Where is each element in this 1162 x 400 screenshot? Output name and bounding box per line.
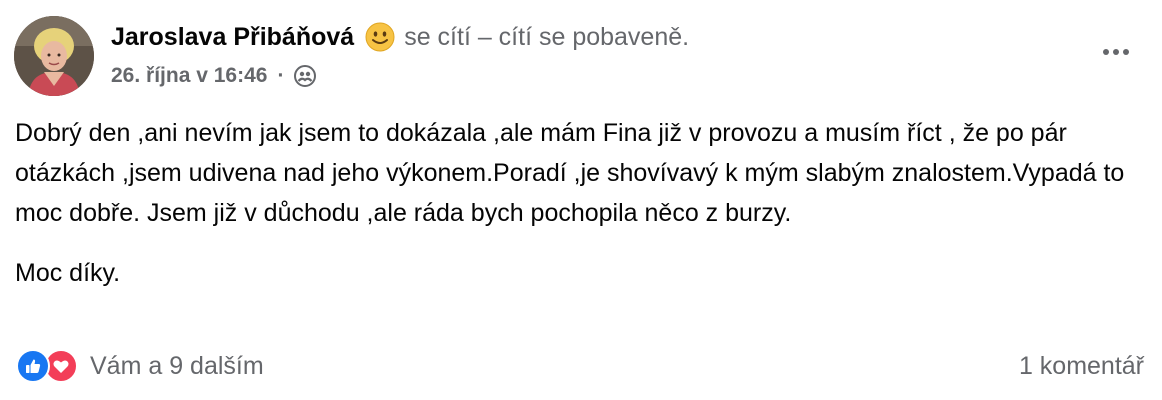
post-body: Dobrý den ,ani nevím jak jsem to dokázal… <box>15 113 1150 307</box>
post-paragraph: Dobrý den ,ani nevím jak jsem to dokázal… <box>15 119 1125 227</box>
comments-count[interactable]: 1 komentář <box>1019 352 1144 381</box>
post-meta: 26. října v 16:46 · <box>111 62 317 90</box>
avatar-photo <box>14 16 94 96</box>
friends-icon[interactable] <box>294 65 317 87</box>
reactions-summary[interactable]: Vám a 9 dalším <box>16 349 264 383</box>
author-avatar[interactable] <box>14 16 94 96</box>
feeling-text: se cítí – cítí se pobaveně. <box>404 23 690 51</box>
like-reaction-icon <box>16 349 50 383</box>
meta-separator: · <box>277 64 285 87</box>
post-timestamp[interactable]: 26. října v 16:46 <box>111 62 267 90</box>
author-line: Jaroslava Přibáňová se cítí – cítí se po… <box>111 21 689 53</box>
more-dots-icon[interactable] <box>1096 36 1136 68</box>
reactions-count[interactable]: Vám a 9 dalším <box>90 352 264 381</box>
post-footer: Vám a 9 dalším 1 komentář <box>16 344 1144 388</box>
post-paragraph: Moc díky. <box>15 259 121 287</box>
smiling-face-icon <box>364 21 396 53</box>
post-card: Jaroslava Přibáňová se cítí – cítí se po… <box>0 0 1162 400</box>
author-name[interactable]: Jaroslava Přibáňová <box>111 21 354 53</box>
